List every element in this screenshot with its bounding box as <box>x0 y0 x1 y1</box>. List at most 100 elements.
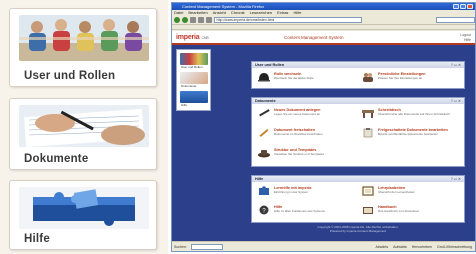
nav-caption: Hilfe <box>181 103 188 107</box>
nav-caption: Dokumente <box>181 84 197 88</box>
panel-item[interactable]: Schreibtisch Übersicht über alle Dokumen… <box>360 106 456 122</box>
menu-item-hilfe[interactable]: Hilfe <box>293 10 301 16</box>
nav-caption: User und Rollen <box>181 65 203 69</box>
tile-column: User und Rollen Dokumente Hilfe <box>0 0 168 254</box>
panel-header: User und Rollen ? ▭ ✕ <box>252 62 464 68</box>
panel-user-und-rollen: User und Rollen ? ▭ ✕ Rolle wechseln Wec… <box>251 61 465 89</box>
page-title: Content Management System <box>284 35 344 40</box>
item-desc: Wechseln Sie die aktive Rolle <box>274 76 314 80</box>
clip-icon <box>363 128 373 138</box>
nav-thumb-dokumente[interactable] <box>180 72 208 84</box>
logout-link[interactable]: Logout <box>460 33 471 38</box>
match-case-checkbox[interactable]: Groß-/Kleinschreibung <box>437 245 472 249</box>
bookmarks-toolbar <box>172 25 475 30</box>
tile-label: User und Rollen <box>24 70 116 82</box>
people-icon <box>363 73 373 82</box>
stop-icon[interactable] <box>197 17 204 23</box>
side-navigation: User und Rollen Dokumente Hilfe <box>176 49 211 111</box>
menu-item-lesezeichen[interactable]: Lesezeichen <box>250 10 272 16</box>
people-photo <box>19 15 149 61</box>
logo-subtext: CMS <box>201 36 209 40</box>
panel-title: Dokumente <box>255 99 276 103</box>
help-link[interactable]: Hilfe <box>460 38 471 43</box>
tile-hilfe[interactable]: Hilfe <box>9 180 157 250</box>
frame-icon <box>362 186 374 196</box>
forward-icon[interactable] <box>181 17 188 23</box>
panel-controls[interactable]: ? ▭ ✕ <box>451 62 461 68</box>
navigation-toolbar: http://www.imperia.de/cms/index.html <box>172 16 475 25</box>
highlight-button[interactable]: Hervorheben <box>412 245 432 249</box>
menu-item-chronik[interactable]: Chronik <box>231 10 245 16</box>
reload-icon[interactable] <box>189 17 196 23</box>
header-utilities: Logout Hilfe <box>460 33 471 42</box>
panel-item[interactable]: Freigeschaltete Dokumente bearbeiten Ber… <box>360 126 456 142</box>
puzzle-icon <box>259 186 269 195</box>
window-title: Content Management System - Mozilla Fire… <box>182 4 265 9</box>
find-input[interactable] <box>190 243 223 250</box>
item-desc: Hilfe zu allen Funktionen des Systems <box>274 209 325 213</box>
find-previous-button[interactable]: Aufwärts <box>393 245 407 249</box>
find-label: Suchen: <box>174 244 187 249</box>
writing-hand-photo <box>19 105 149 147</box>
tile-label: Hilfe <box>24 233 50 245</box>
panel-dokumente: Dokumente ? ▭ ✕ Neues Dokument anlegen L… <box>251 97 465 167</box>
menu-item-bearbeiten[interactable]: Bearbeiten <box>188 10 207 16</box>
panel-title: Hilfe <box>255 177 264 181</box>
find-options: Abwärts Aufwärts Hervorheben Groß-/Klein… <box>375 245 475 249</box>
app-header: imperia CMS Content Management System Log… <box>172 31 475 45</box>
address-bar[interactable]: http://www.imperia.de/cms/index.html <box>213 17 362 23</box>
minimize-icon[interactable] <box>453 4 459 9</box>
maximize-icon[interactable] <box>460 4 466 9</box>
panel-item[interactable]: Persönliche Einstellungen Passen Sie Ihr… <box>360 70 456 86</box>
desk-icon <box>362 110 374 118</box>
page-footer: Copyright © 2001-2008 imperia AG. Alle R… <box>251 225 465 233</box>
panel-controls[interactable]: ? ▭ ✕ <box>451 98 461 104</box>
panel-item[interactable]: Rolle wechseln Wechseln Sie die aktive R… <box>256 70 352 86</box>
find-next-button[interactable]: Abwärts <box>375 245 388 249</box>
powered-by-text: Powered by imperia Content Management <box>329 229 387 233</box>
panel-item[interactable]: ? Hilfe Hilfe zu allen Funktionen des Sy… <box>256 203 352 219</box>
search-input[interactable] <box>435 17 475 23</box>
home-icon[interactable] <box>205 17 212 23</box>
item-desc: Bereits veröffentlichte Dokumente bearbe… <box>378 132 438 136</box>
tile-user-und-rollen[interactable]: User und Rollen <box>9 8 157 87</box>
tile-dokumente[interactable]: Dokumente <box>9 98 157 170</box>
back-icon[interactable] <box>174 17 180 23</box>
window-controls <box>453 4 473 9</box>
panel-item[interactable]: Dokument freischalten Dokumente im Workf… <box>256 126 352 142</box>
screenshot-root: User und Rollen Dokumente Hilfe Content … <box>0 0 476 254</box>
item-desc: Dokumente im Workflow freischalten <box>274 132 323 136</box>
panel-header: Hilfe ? ▭ ✕ <box>252 176 464 182</box>
hat-icon <box>258 150 270 158</box>
item-desc: Einführung in das System <box>274 190 309 194</box>
item-desc: Übersicht über alle Dokumente auf Ihrem … <box>378 112 450 116</box>
item-desc: Verwalten Sie Struktur und Templates <box>274 152 324 156</box>
logo-text: imperia <box>176 34 200 41</box>
puzzle-photo <box>19 187 149 229</box>
panel-header: Dokumente ? ▭ ✕ <box>252 98 464 104</box>
panel-hilfe: Hilfe ? ▭ ✕ Lernhilfe mit imperia Einfüh… <box>251 175 465 223</box>
item-desc: Das Handbuch zum Download <box>378 209 419 213</box>
menu-item-extras[interactable]: Extras <box>277 10 288 16</box>
book-icon <box>363 207 373 214</box>
panel-item[interactable]: Handbuch Das Handbuch zum Download <box>360 203 456 219</box>
imperia-logo: imperia CMS <box>176 34 209 41</box>
item-desc: Übersicht der Lerneinheiten <box>378 190 415 194</box>
menu-item-datei[interactable]: Datei <box>174 10 183 16</box>
panel-item[interactable]: Struktur und Templates Verwalten Sie Str… <box>256 146 352 162</box>
panel-item[interactable]: Lehrplanbeiten Übersicht der Lerneinheit… <box>360 184 456 200</box>
panel-item[interactable]: Lernhilfe mit imperia Einführung in das … <box>256 184 352 200</box>
panel-item[interactable]: Neues Dokument anlegen Legen Sie ein neu… <box>256 106 352 122</box>
item-desc: Legen Sie ein neues Dokument an <box>274 112 321 116</box>
panel-title: User und Rollen <box>255 63 285 67</box>
nav-thumb-hilfe[interactable] <box>180 91 208 103</box>
panel-controls[interactable]: ? ▭ ✕ <box>451 176 461 182</box>
close-icon[interactable] <box>467 4 473 9</box>
question-icon: ? <box>259 205 269 215</box>
nav-thumb-user-und-rollen[interactable] <box>180 53 208 65</box>
tile-label: Dokumente <box>24 153 89 165</box>
window-titlebar: Content Management System - Mozilla Fire… <box>172 3 475 10</box>
helmet-icon <box>258 73 270 82</box>
menu-item-ansicht[interactable]: Ansicht <box>213 10 226 16</box>
cms-page: imperia CMS Content Management System Log… <box>172 31 475 243</box>
